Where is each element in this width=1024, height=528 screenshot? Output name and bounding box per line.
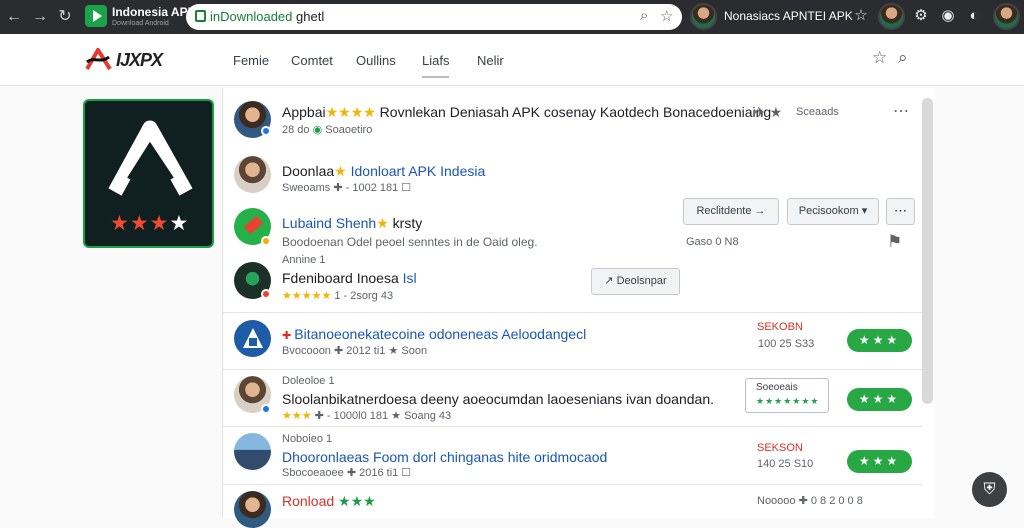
browser-tab[interactable]: Indonesia APK Download Android — [82, 3, 196, 31]
nav-comtet[interactable]: Comtet — [291, 53, 333, 68]
download-button[interactable]: ↗ Deolsnpar — [591, 268, 680, 295]
result-meta-7: Sbocoeaoee ✚ 2016 ti1 ☐ — [282, 467, 412, 479]
app-store-icon — [85, 5, 107, 27]
result-label-1: Sceaads — [796, 106, 839, 118]
rating-pill-7: ★★★ — [847, 450, 912, 473]
install-button[interactable]: Reclitdente → — [683, 198, 779, 225]
account-avatar[interactable] — [993, 3, 1020, 30]
result-prefix-4: Annine 1 — [282, 254, 326, 266]
featured-app-icon[interactable]: ★★★★ — [83, 99, 214, 248]
rating-pill-5: ★★★ — [847, 329, 912, 352]
result-title-1: Appbai★★★★ Rovnlekan Deniasah APK cosena… — [282, 104, 772, 120]
separator — [223, 484, 922, 485]
profile-avatar-secondary[interactable] — [878, 3, 905, 30]
result-meta-1: 28 do ◉ Soaoetiro — [282, 124, 373, 136]
result-avatar-2[interactable] — [234, 156, 271, 193]
browser-toolbar: ← → ↻ Indonesia APK Download Android inD… — [0, 0, 1024, 34]
result-side-meta-5: 100 25 S33 — [758, 338, 815, 350]
result-meta-5: Bvocooon ✚ 2012 ti1 ★ Soon — [282, 345, 428, 357]
score-stars: ★★★★★★★ — [756, 396, 820, 406]
refresh-icon[interactable]: ↻ — [54, 6, 76, 28]
moon-icon[interactable]: ◐ — [965, 7, 983, 25]
result-title-2: Doonlaa★ Idonloart APK Indesia — [282, 163, 486, 179]
tag-icons[interactable]: ✈ ★ — [754, 104, 782, 121]
separator — [223, 312, 922, 313]
rating-pill-6: ★★★ — [847, 388, 912, 411]
search-icon[interactable]: ⌕ — [898, 48, 908, 68]
logo-icon — [85, 48, 112, 71]
bookmark-icon[interactable]: ⚑ — [887, 232, 902, 252]
result-prefix-7: Noboieo 1 — [282, 433, 333, 445]
bookmark-star-icon[interactable]: ☆ — [852, 7, 870, 25]
status-badge — [261, 236, 271, 246]
separator — [223, 369, 922, 370]
result-side-label-7: SEKSON — [757, 442, 803, 454]
site-header: IJXPX Femie Comtet Oullins Liafs Nelir ☆… — [0, 34, 1024, 86]
address-url: inDownloaded ghetl — [210, 9, 325, 24]
more-options-button[interactable]: ⋯ — [886, 198, 915, 225]
result-side-meta-3: Gaso 0 N8 — [686, 236, 739, 248]
result-title-7[interactable]: Dhooronlaeas Foom dorl chinganas hite or… — [282, 449, 607, 465]
separator — [223, 426, 922, 427]
verified-badge — [261, 404, 271, 414]
result-meta-2: Sweoams ✚ - 1002 181 ☐ — [282, 182, 412, 194]
shield-icon[interactable]: ⛨ — [972, 472, 1007, 507]
result-title-4: Fdeniboard Inoesa Isl — [282, 270, 417, 286]
settings-icon[interactable]: ⚙ — [912, 7, 930, 25]
result-side-meta-7: 140 25 S10 — [757, 458, 814, 470]
score-label: Soeoeais — [756, 382, 798, 393]
result-meta-4: ★★★★★ 1 - 2sorg 43 — [282, 290, 394, 302]
alert-badge — [261, 289, 271, 299]
result-title-3: Lubaind Shenh★ krsty — [282, 215, 423, 231]
more-icon[interactable]: ⋯ — [893, 101, 909, 121]
result-avatar-8[interactable] — [234, 491, 271, 528]
logo-text: IJXPX — [116, 50, 163, 70]
nav-liafs[interactable]: Liafs — [422, 53, 450, 78]
result-title-5[interactable]: ✚ Bitanoeonekatecoine odoneneas Aeloodan… — [282, 326, 586, 342]
result-prefix-6: Doleoloe 1 — [282, 375, 335, 387]
result-avatar-7[interactable] — [234, 433, 271, 470]
star-icon[interactable]: ☆ — [660, 7, 673, 25]
extension-title: Nonasiacs APNTEI APK — [724, 9, 853, 23]
back-icon[interactable]: ← — [3, 6, 25, 28]
score-box[interactable]: Soeoeais ★★★★★★★ — [745, 378, 829, 413]
result-title-6[interactable]: Sloolanbikatnerdoesa deeny aoeocumdan la… — [282, 391, 714, 407]
nav-oullins[interactable]: Oullins — [356, 53, 396, 68]
forward-icon[interactable]: → — [29, 6, 51, 28]
result-title-8: Ronload ★★★ — [282, 493, 376, 509]
verified-badge — [261, 126, 271, 136]
tab-title: Indonesia APK — [112, 5, 197, 19]
app-logo-icon — [108, 120, 193, 196]
lock-icon — [195, 10, 206, 22]
search-icon[interactable]: ⌕ — [640, 7, 648, 24]
result-description-3: Boodoenan Odel peoel senntes in de Oaid … — [282, 235, 538, 249]
result-meta-6: ★★★ ✚ - 1000l0 181 ★ Soang 43 — [282, 410, 452, 422]
result-side-meta-8: Nooooo ✚ 0 8 2 0 0 8 — [757, 495, 863, 507]
result-avatar-5[interactable] — [234, 320, 271, 357]
featured-rating-stars: ★★★★ — [110, 212, 190, 235]
results-scrollbar[interactable] — [922, 98, 933, 404]
nav-femie[interactable]: Femie — [233, 53, 269, 68]
favorite-icon[interactable]: ☆ — [872, 48, 887, 68]
result-side-label-5: SEKOBN — [757, 321, 803, 333]
address-bar[interactable]: inDownloaded ghetl ⌕ ☆ — [186, 4, 682, 30]
options-select[interactable]: Pecisookom ▾ — [787, 198, 879, 225]
status-icon[interactable]: ◉ — [939, 7, 957, 25]
nav-nelir[interactable]: Nelir — [477, 53, 504, 68]
profile-avatar[interactable] — [690, 3, 717, 30]
tab-subtitle: Download Android — [112, 20, 169, 27]
